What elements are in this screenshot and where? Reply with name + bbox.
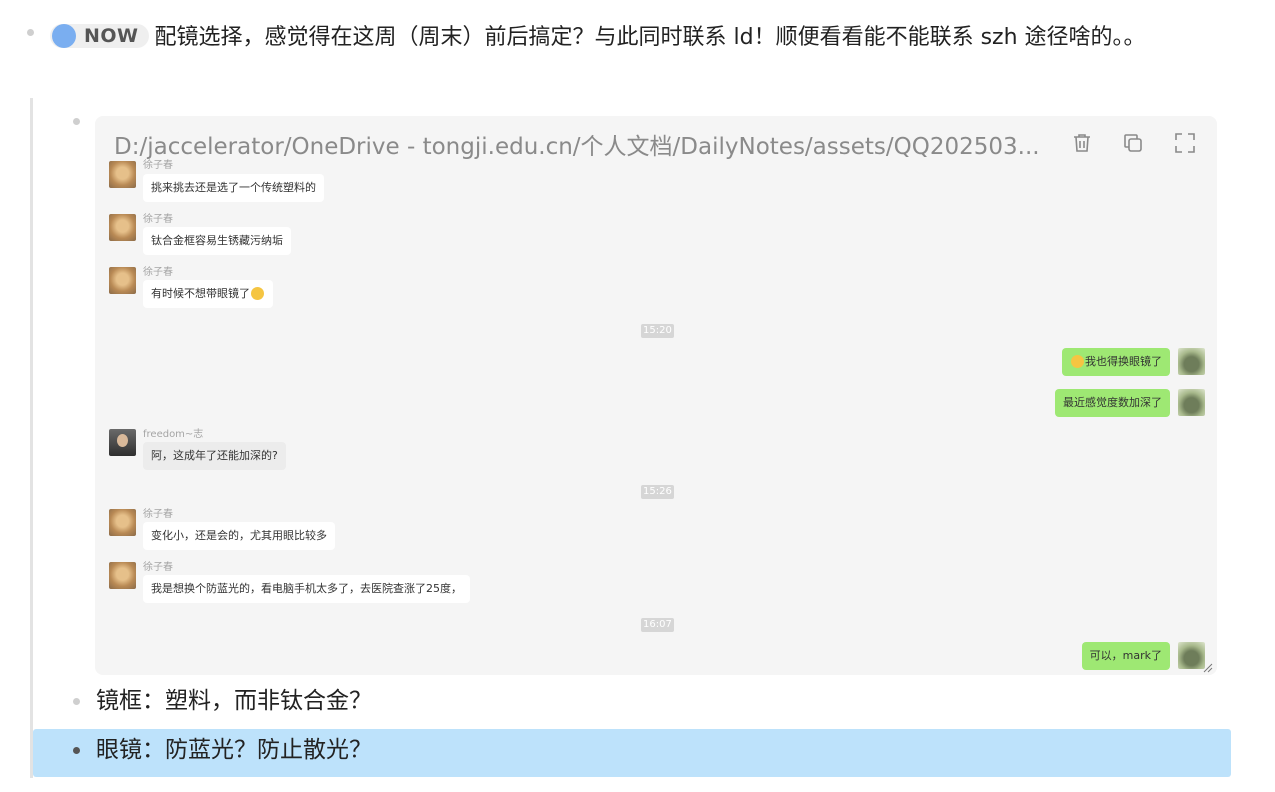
crying-emoji-icon: [251, 286, 264, 300]
message-bubble: 我是想换个防蓝光的，看电脑手机太多了，去医院查涨了25度，: [143, 575, 470, 603]
now-badge[interactable]: NOW: [50, 24, 149, 48]
chat-timestamp: 15:20: [641, 324, 674, 338]
top-bullet[interactable]: [27, 29, 34, 36]
sub-bullet[interactable]: [73, 747, 80, 754]
message-sender: 徐子春: [143, 562, 173, 573]
top-item-text: 配镜选择，感觉得在这周（周末）前后搞定？与此同时联系 ld！顺便看看能不能联系 …: [154, 25, 1146, 50]
message-bubble: 可以，mark了: [1081, 642, 1170, 670]
avatar: [109, 429, 136, 456]
resize-handle-icon[interactable]: [1203, 663, 1213, 673]
message-bubble: 钛合金框容易生锈藏污纳垢: [143, 227, 291, 255]
trash-icon[interactable]: [1070, 131, 1094, 155]
chat-timestamp: 16:07: [641, 618, 674, 632]
chat-timestamp: 15:26: [641, 485, 674, 499]
avatar: [109, 562, 136, 589]
message-sender: 徐子春: [143, 214, 173, 225]
fullscreen-icon[interactable]: [1173, 131, 1197, 155]
message-sender: 徐子春: [143, 267, 173, 278]
avatar: [1178, 389, 1205, 416]
sub-item-text[interactable]: 镜框：塑料，而非钛合金？: [96, 684, 372, 718]
message-bubble: 挑来挑去还是选了一个传统塑料的: [143, 174, 324, 202]
copy-icon[interactable]: [1121, 131, 1145, 155]
sub-bullet[interactable]: [73, 698, 80, 705]
now-badge-label: NOW: [84, 25, 139, 47]
image-bullet[interactable]: [73, 118, 80, 125]
children-guide-line: [30, 98, 33, 778]
message-bubble: 变化小，还是会的，尤其用眼比较多: [143, 522, 335, 550]
avatar: [109, 267, 136, 294]
avatar: [1178, 348, 1205, 375]
message-bubble: 最近感觉度数加深了: [1055, 389, 1170, 417]
image-path: D:/jaccelerator/OneDrive - tongji.edu.cn…: [114, 134, 1040, 160]
message-bubble: 我也得换眼镜了: [1062, 348, 1170, 376]
avatar: [1178, 642, 1205, 669]
avatar: [109, 509, 136, 536]
message-bubble: 有时候不想带眼镜了: [143, 280, 273, 308]
message-sender: 徐子春: [143, 509, 173, 520]
message-text: 我也得换眼镜了: [1085, 355, 1162, 368]
message-text: 有时候不想带眼镜了: [151, 287, 250, 300]
top-item[interactable]: NOW 配镜选择，感觉得在这周（周末）前后搞定？与此同时联系 ld！顺便看看能不…: [50, 18, 1225, 58]
message-sender: freedom~志: [143, 429, 204, 440]
avatar: [109, 161, 136, 188]
crying-emoji-icon: [1071, 354, 1084, 368]
status-dot-icon: [52, 24, 76, 48]
message-bubble: 阿，这成年了还能加深的?: [143, 442, 286, 470]
sub-item-text[interactable]: 眼镜：防蓝光？防止散光？: [96, 733, 372, 767]
avatar: [109, 214, 136, 241]
image-block[interactable]: 徐子春 挑来挑去还是选了一个传统塑料的 徐子春 钛合金框容易生锈藏污纳垢 徐子春…: [95, 116, 1217, 675]
